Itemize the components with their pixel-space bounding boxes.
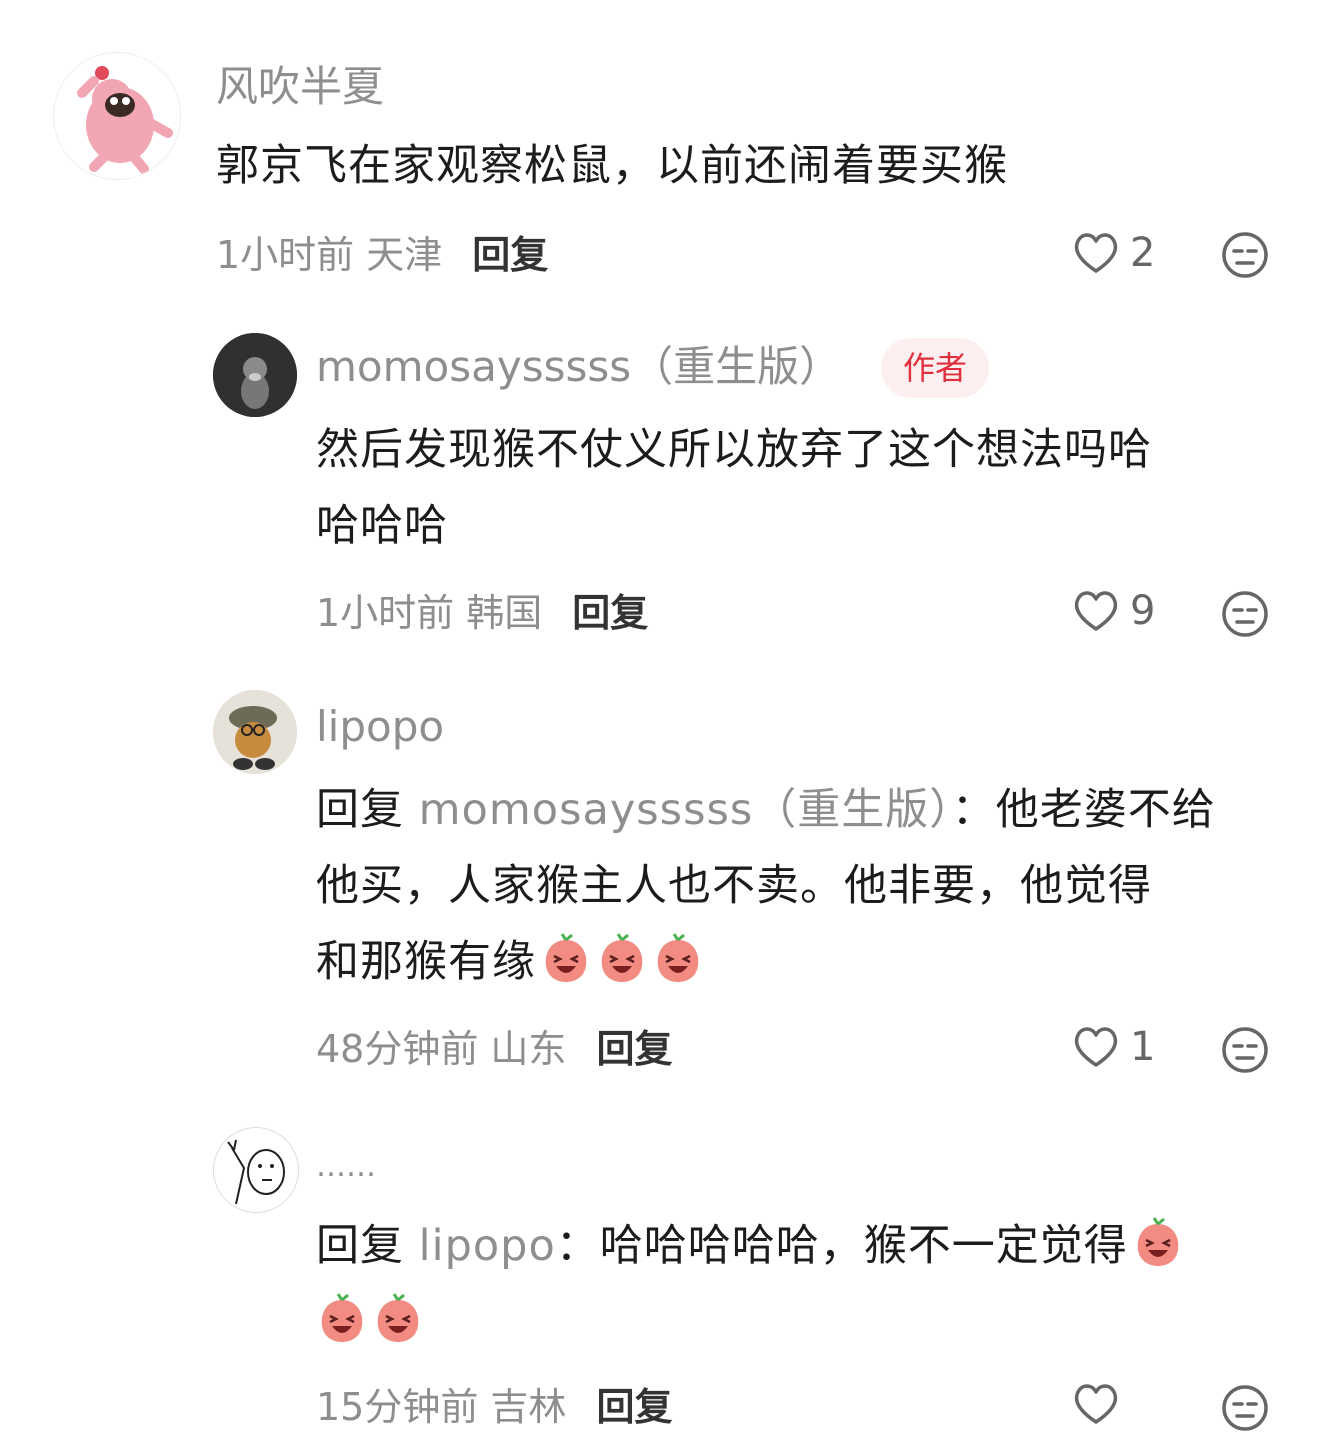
comment-text-line: 回复 lipopo：哈哈哈哈哈，猴不一定觉得 xyxy=(316,1208,1184,1284)
comment-meta: 15分钟前 吉林 回复 xyxy=(316,1382,672,1432)
like-button[interactable]: 9 xyxy=(1072,588,1155,634)
comment-text-line: 回复 momosaysssss（重生版）：他老婆不给 xyxy=(316,772,1216,848)
author-badge: 作者 xyxy=(881,338,990,398)
heart-outline-icon xyxy=(1074,1027,1118,1067)
colon: ： xyxy=(951,785,996,835)
avatar-doodle-icon xyxy=(227,1139,285,1205)
heart-outline-icon xyxy=(1074,591,1118,631)
dislike-button[interactable] xyxy=(1221,231,1271,281)
comment-text-line xyxy=(316,1284,424,1360)
peach-laugh-emoji xyxy=(321,1293,363,1342)
comment-user-name[interactable]: momosaysssss（重生版） xyxy=(316,340,841,394)
avatar[interactable] xyxy=(213,333,297,417)
peach-laugh-emoji xyxy=(657,933,699,982)
meh-face-icon xyxy=(1222,591,1268,637)
peach-laugh-emoji xyxy=(1137,1217,1179,1266)
colon: ： xyxy=(555,1221,600,1271)
reply-prefix: 回复 xyxy=(316,1221,404,1271)
like-button[interactable] xyxy=(1072,1382,1120,1426)
dislike-button[interactable] xyxy=(1221,590,1271,640)
comment-meta: 1小时前 韩国 回复 xyxy=(316,588,648,638)
avatar-pink-cartoon-icon xyxy=(77,66,173,174)
comment-user-name[interactable]: lipopo xyxy=(316,700,444,754)
like-count: 2 xyxy=(1130,230,1156,276)
comment-user-name[interactable]: …… xyxy=(316,1140,376,1194)
avatar[interactable] xyxy=(213,690,297,774)
time-location: 1小时前 天津 xyxy=(216,233,443,277)
peach-laugh-emoji xyxy=(545,933,587,982)
heart-outline-icon xyxy=(1074,1384,1118,1424)
reply-button[interactable]: 回复 xyxy=(472,233,548,277)
comment-text: 郭京飞在家观察松鼠，以前还闹着要买猴 xyxy=(216,141,1008,191)
comment-text: 和那猴有缘 xyxy=(316,937,536,987)
time-location: 1小时前 韩国 xyxy=(316,591,543,635)
dislike-button[interactable] xyxy=(1221,1026,1271,1076)
like-count: 1 xyxy=(1130,1024,1156,1070)
avatar-dog-photo-icon xyxy=(213,333,297,417)
comment-text-line: 哈哈哈 xyxy=(316,501,448,551)
peach-laugh-emoji xyxy=(601,933,643,982)
dislike-button[interactable] xyxy=(1221,1384,1271,1434)
comment-text-line: 然后发现猴不仗义所以放弃了这个想法吗哈 xyxy=(316,425,1152,475)
like-button[interactable]: 1 xyxy=(1072,1024,1155,1070)
comment-user-name[interactable]: 风吹半夏 xyxy=(216,60,384,114)
like-button[interactable]: 2 xyxy=(1072,230,1155,276)
reply-to-user[interactable]: lipopo xyxy=(419,1221,556,1271)
comment-text: 他老婆不给 xyxy=(995,785,1216,835)
meh-face-icon xyxy=(1222,1027,1268,1073)
avatar[interactable] xyxy=(213,1127,299,1213)
comment-meta: 48分钟前 山东 回复 xyxy=(316,1024,672,1074)
meh-face-icon xyxy=(1222,232,1268,278)
avatar[interactable] xyxy=(53,52,181,180)
heart-outline-icon xyxy=(1074,233,1118,273)
reply-button[interactable]: 回复 xyxy=(596,1027,672,1071)
like-count: 9 xyxy=(1130,588,1156,634)
comment-meta: 1小时前 天津 回复 xyxy=(216,230,548,280)
reply-button[interactable]: 回复 xyxy=(596,1385,672,1429)
comment-text-line: 他买，人家猴主人也不卖。他非要，他觉得 xyxy=(316,861,1152,911)
time-location: 15分钟前 吉林 xyxy=(316,1385,567,1429)
avatar-plush-doll-icon xyxy=(213,690,297,774)
peach-laugh-emoji xyxy=(377,1293,419,1342)
reply-button[interactable]: 回复 xyxy=(572,591,648,635)
time-location: 48分钟前 山东 xyxy=(316,1027,567,1071)
comment-text-line: 和那猴有缘 xyxy=(316,924,704,1000)
meh-face-icon xyxy=(1222,1385,1268,1431)
reply-to-user[interactable]: momosaysssss（重生版） xyxy=(419,785,952,835)
reply-prefix: 回复 xyxy=(316,785,404,835)
comment-text: 哈哈哈哈哈，猴不一定觉得 xyxy=(599,1221,1128,1271)
